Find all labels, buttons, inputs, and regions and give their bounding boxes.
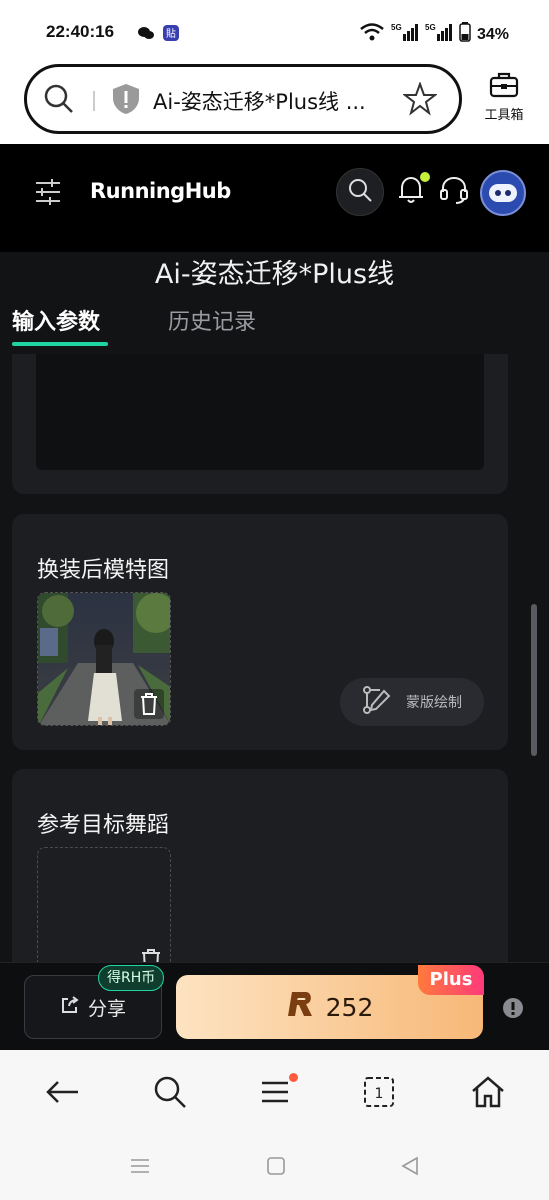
- share-icon: [60, 995, 80, 1020]
- mask-pen-icon: [362, 685, 392, 719]
- back-arrow-icon[interactable]: [44, 1074, 80, 1114]
- divider: [93, 91, 95, 111]
- page-title: Ai-姿态迁移*Plus线: [154, 259, 395, 290]
- mask-draw-label: 蒙版绘制: [406, 695, 462, 711]
- model-image-card: 换装后模特图 蒙版绘制: [12, 514, 508, 750]
- shield-warning-icon[interactable]: [111, 83, 141, 119]
- toolbox-button[interactable]: 工具箱: [476, 72, 532, 123]
- toolbox-label: 工具箱: [484, 108, 524, 123]
- status-bar: 22:40:16 貼 5G 5G 34%: [0, 0, 549, 64]
- tabs-icon[interactable]: 1: [362, 1074, 396, 1114]
- rh-coin-icon: [286, 989, 316, 1025]
- wifi-icon: [359, 22, 385, 47]
- search-icon[interactable]: [43, 83, 75, 119]
- svg-text:5G: 5G: [391, 23, 402, 32]
- search-icon: [347, 177, 373, 207]
- mask-draw-button[interactable]: 蒙版绘制: [340, 678, 484, 726]
- home-icon[interactable]: [470, 1074, 506, 1114]
- plus-badge: Plus: [418, 965, 484, 995]
- upload-card-previous: [12, 354, 508, 494]
- site-logo[interactable]: RunningHub: [90, 179, 231, 203]
- star-icon[interactable]: [402, 81, 438, 120]
- status-time: 22:40:16: [46, 22, 115, 41]
- filter-menu-icon[interactable]: [34, 178, 62, 210]
- svg-text:貼: 貼: [166, 27, 176, 40]
- back-triangle-icon[interactable]: [400, 1156, 420, 1180]
- battery-percent: 34%: [476, 25, 509, 43]
- battery-icon: [459, 22, 471, 47]
- status-right: 5G 5G 34%: [359, 22, 509, 47]
- address-title[interactable]: Ai-姿态迁移*Plus线 ...: [153, 86, 366, 116]
- trash-icon[interactable]: [134, 689, 164, 719]
- address-bar[interactable]: Ai-姿态迁移*Plus线 ...: [24, 64, 462, 134]
- search-icon[interactable]: [152, 1074, 188, 1114]
- menu-icon[interactable]: [258, 1074, 292, 1114]
- action-bar: 分享 得RH币 252 Plus: [0, 962, 549, 1050]
- site-header: RunningHub: [0, 144, 549, 252]
- earn-coin-badge: 得RH币: [98, 965, 165, 991]
- 5g-signal-icon: 5G: [425, 22, 453, 47]
- headset-icon[interactable]: [438, 174, 470, 210]
- info-icon[interactable]: [502, 997, 524, 1023]
- share-label: 分享: [87, 997, 126, 1020]
- reference-dance-label: 参考目标舞蹈: [37, 813, 170, 838]
- svg-text:1: 1: [375, 1086, 384, 1102]
- wechat-icon: [137, 24, 155, 42]
- run-cost: 252: [325, 992, 374, 1022]
- system-nav-bar: [0, 1140, 549, 1200]
- tab-input-params[interactable]: 输入参数: [12, 304, 100, 336]
- 5g-signal-icon: 5G: [391, 22, 419, 47]
- tab-history[interactable]: 历史记录: [168, 304, 256, 336]
- browser-nav-bar: 1: [0, 1050, 549, 1140]
- site-search-button[interactable]: [336, 168, 384, 216]
- notification-dot: [420, 172, 430, 182]
- recent-apps-icon[interactable]: [130, 1156, 150, 1180]
- toolbox-icon: [489, 72, 519, 102]
- page-scrollbar[interactable]: [531, 604, 537, 756]
- model-image-label: 换装后模特图: [37, 558, 170, 583]
- menu-notification-dot: [289, 1073, 298, 1082]
- upload-area[interactable]: [36, 354, 484, 470]
- home-square-icon[interactable]: [266, 1156, 286, 1180]
- avatar[interactable]: [480, 170, 526, 216]
- model-image-thumbnail[interactable]: [37, 592, 171, 726]
- svg-text:5G: 5G: [425, 23, 436, 32]
- web-page: RunningHub Ai-姿态迁移*Plus线 输入参数 历史记录 换装后模特…: [0, 144, 549, 1050]
- app-badge-icon: 貼: [162, 24, 180, 42]
- active-tab-indicator: [12, 342, 108, 346]
